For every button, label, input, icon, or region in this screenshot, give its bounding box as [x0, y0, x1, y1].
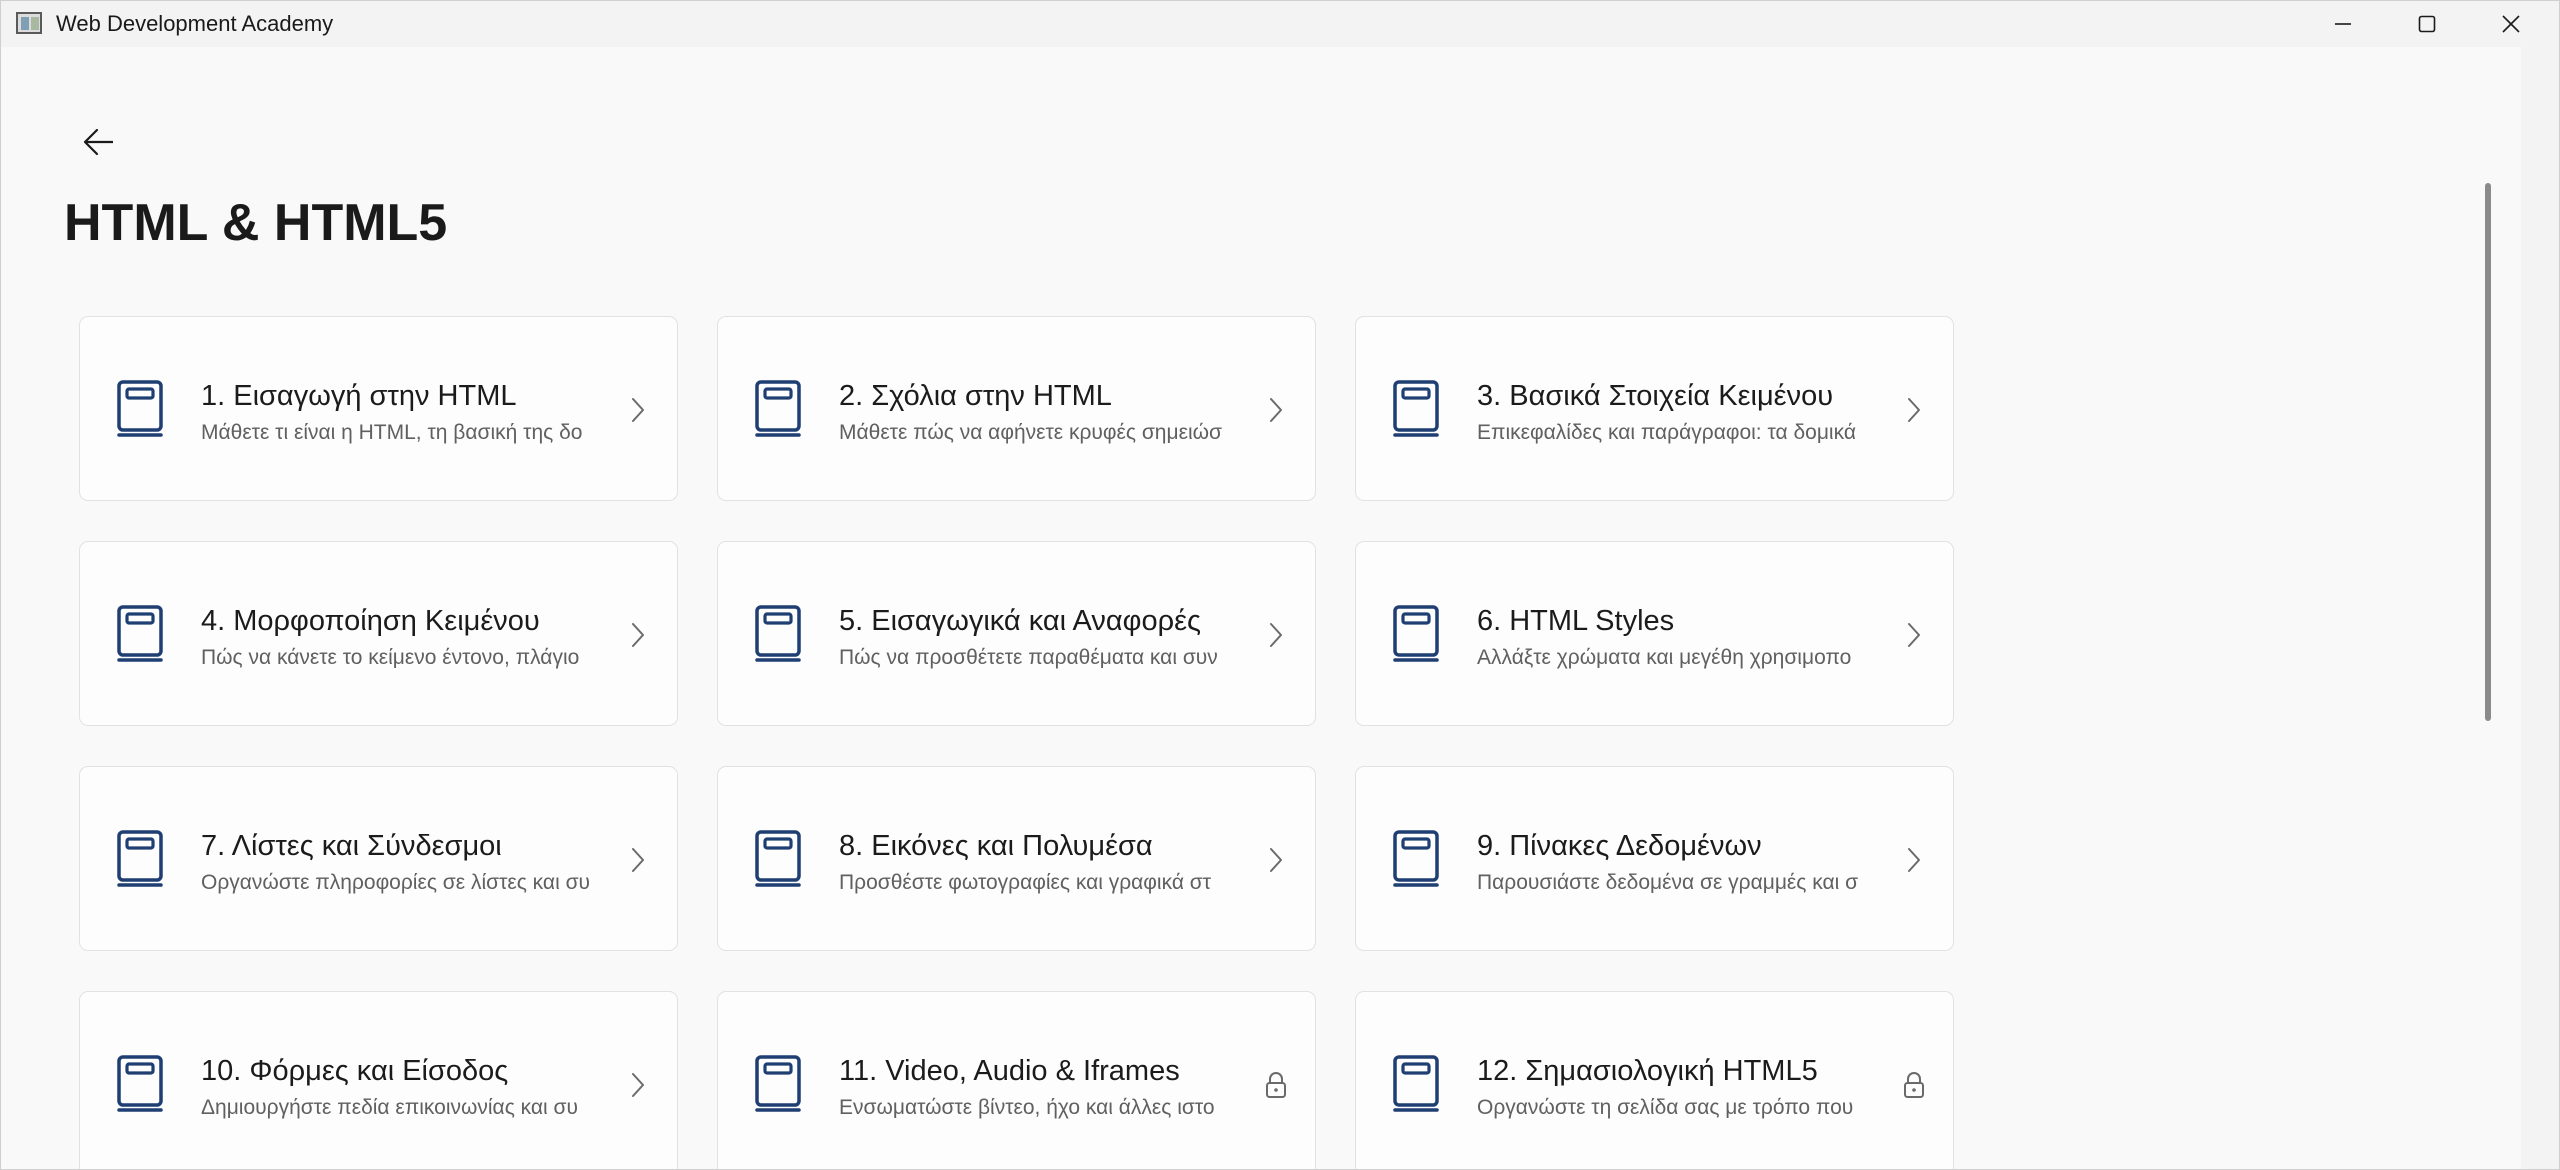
- chevron-right-icon: [620, 843, 656, 877]
- app-icon: [16, 12, 42, 34]
- page-title: HTML & HTML5: [64, 194, 448, 252]
- lesson-description: Πώς να κάνετε το κείμενο έντονο, πλάγιο: [201, 646, 580, 669]
- chevron-right-icon: [1896, 393, 1932, 427]
- title-bar[interactable]: Web Development Academy: [1, 1, 2559, 47]
- lesson-grid: 1. Εισαγωγή στην HTML Μάθετε τι είναι η …: [79, 316, 1954, 1169]
- back-arrow-icon: [83, 128, 113, 156]
- lesson-title: 11. Video, Audio & Iframes: [839, 1055, 1180, 1087]
- lesson-title: 6. HTML Styles: [1477, 605, 1675, 637]
- lesson-card-6[interactable]: 6. HTML Styles Αλλάξτε χρώματα και μεγέθ…: [1355, 541, 1954, 726]
- lesson-card-7[interactable]: 7. Λίστες και Σύνδεσμοι Οργανώστε πληροφ…: [79, 766, 678, 951]
- book-icon: [1392, 379, 1440, 444]
- lock-icon: [1258, 1068, 1294, 1102]
- book-icon: [116, 1054, 164, 1119]
- lesson-description: Παρουσιάστε δεδομένα σε γραμμές και σ: [1477, 871, 1859, 894]
- back-button[interactable]: [67, 117, 131, 167]
- lesson-title: 4. Μορφοποίηση Κειμένου: [201, 605, 540, 637]
- book-icon: [754, 829, 802, 894]
- lesson-card-8[interactable]: 8. Εικόνες και Πολυμέσα Προσθέστε φωτογρ…: [717, 766, 1316, 951]
- book-icon: [116, 379, 164, 444]
- app-window: Web Development Academy HTML & HTML5 1. …: [0, 0, 2560, 1170]
- chevron-right-icon: [1896, 843, 1932, 877]
- window-title: Web Development Academy: [56, 11, 334, 36]
- chevron-right-icon: [620, 1068, 656, 1102]
- lesson-title: 7. Λίστες και Σύνδεσμοι: [201, 830, 502, 862]
- lesson-card-11[interactable]: 11. Video, Audio & Iframes Ενσωματώστε β…: [717, 991, 1316, 1169]
- lesson-card-9[interactable]: 9. Πίνακες Δεδομένων Παρουσιάστε δεδομέν…: [1355, 766, 1954, 951]
- book-icon: [116, 829, 164, 894]
- lesson-description: Οργανώστε τη σελίδα σας με τρόπο που: [1477, 1096, 1854, 1119]
- lesson-card-10[interactable]: 10. Φόρμες και Είσοδος Δημιουργήστε πεδί…: [79, 991, 678, 1169]
- maximize-button[interactable]: [2385, 1, 2469, 47]
- lesson-title: 2. Σχόλια στην HTML: [839, 380, 1112, 412]
- lesson-description: Δημιουργήστε πεδία επικοινωνίας και συ: [201, 1096, 578, 1119]
- lesson-card-3[interactable]: 3. Βασικά Στοιχεία Κειμένου Επικεφαλίδες…: [1355, 316, 1954, 501]
- main-content: HTML & HTML5 1. Εισαγωγή στην HTML Μάθετ…: [1, 47, 2521, 1169]
- book-icon: [754, 1054, 802, 1119]
- book-icon: [754, 379, 802, 444]
- lesson-description: Μάθετε τι είναι η HTML, τη βασική της δο: [201, 421, 583, 444]
- lesson-title: 1. Εισαγωγή στην HTML: [201, 380, 517, 412]
- lesson-description: Αλλάξτε χρώματα και μεγέθη χρησιμοπο: [1477, 646, 1852, 669]
- maximize-icon: [2418, 15, 2436, 33]
- lesson-title: 9. Πίνακες Δεδομένων: [1477, 830, 1762, 862]
- book-icon: [116, 604, 164, 669]
- minimize-icon: [2335, 23, 2351, 25]
- chevron-right-icon: [620, 618, 656, 652]
- lesson-title: 12. Σημασιολογική HTML5: [1477, 1055, 1818, 1087]
- book-icon: [1392, 829, 1440, 894]
- lesson-description: Οργανώστε πληροφορίες σε λίστες και συ: [201, 871, 591, 894]
- book-icon: [1392, 604, 1440, 669]
- lesson-description: Ενσωματώστε βίντεο, ήχο και άλλες ιστο: [839, 1096, 1215, 1119]
- chevron-right-icon: [620, 393, 656, 427]
- lesson-title: 10. Φόρμες και Είσοδος: [201, 1055, 509, 1087]
- lock-icon: [1896, 1068, 1932, 1102]
- lesson-card-4[interactable]: 4. Μορφοποίηση Κειμένου Πώς να κάνετε το…: [79, 541, 678, 726]
- lesson-card-5[interactable]: 5. Εισαγωγικά και Αναφορές Πώς να προσθέ…: [717, 541, 1316, 726]
- lesson-description: Προσθέστε φωτογραφίες και γραφικά στ: [839, 871, 1212, 894]
- close-button[interactable]: [2469, 1, 2553, 47]
- lesson-description: Επικεφαλίδες και παράγραφοι: τα δομικά: [1477, 421, 1856, 444]
- lesson-card-2[interactable]: 2. Σχόλια στην HTML Μάθετε πώς να αφήνετ…: [717, 316, 1316, 501]
- chevron-right-icon: [1258, 393, 1294, 427]
- book-icon: [1392, 1054, 1440, 1119]
- lesson-card-1[interactable]: 1. Εισαγωγή στην HTML Μάθετε τι είναι η …: [79, 316, 678, 501]
- chevron-right-icon: [1896, 618, 1932, 652]
- vertical-scrollbar[interactable]: [2485, 183, 2491, 721]
- lesson-description: Πώς να προσθέτετε παραθέματα και συν: [839, 646, 1218, 669]
- minimize-button[interactable]: [2301, 1, 2385, 47]
- book-icon: [754, 604, 802, 669]
- lesson-title: 5. Εισαγωγικά και Αναφορές: [839, 605, 1201, 637]
- lesson-card-12[interactable]: 12. Σημασιολογική HTML5 Οργανώστε τη σελ…: [1355, 991, 1954, 1169]
- chevron-right-icon: [1258, 618, 1294, 652]
- chevron-right-icon: [1258, 843, 1294, 877]
- close-icon: [2502, 15, 2520, 33]
- lesson-title: 8. Εικόνες και Πολυμέσα: [839, 830, 1153, 862]
- lesson-description: Μάθετε πώς να αφήνετε κρυφές σημειώσ: [839, 421, 1222, 444]
- lesson-title: 3. Βασικά Στοιχεία Κειμένου: [1477, 380, 1834, 412]
